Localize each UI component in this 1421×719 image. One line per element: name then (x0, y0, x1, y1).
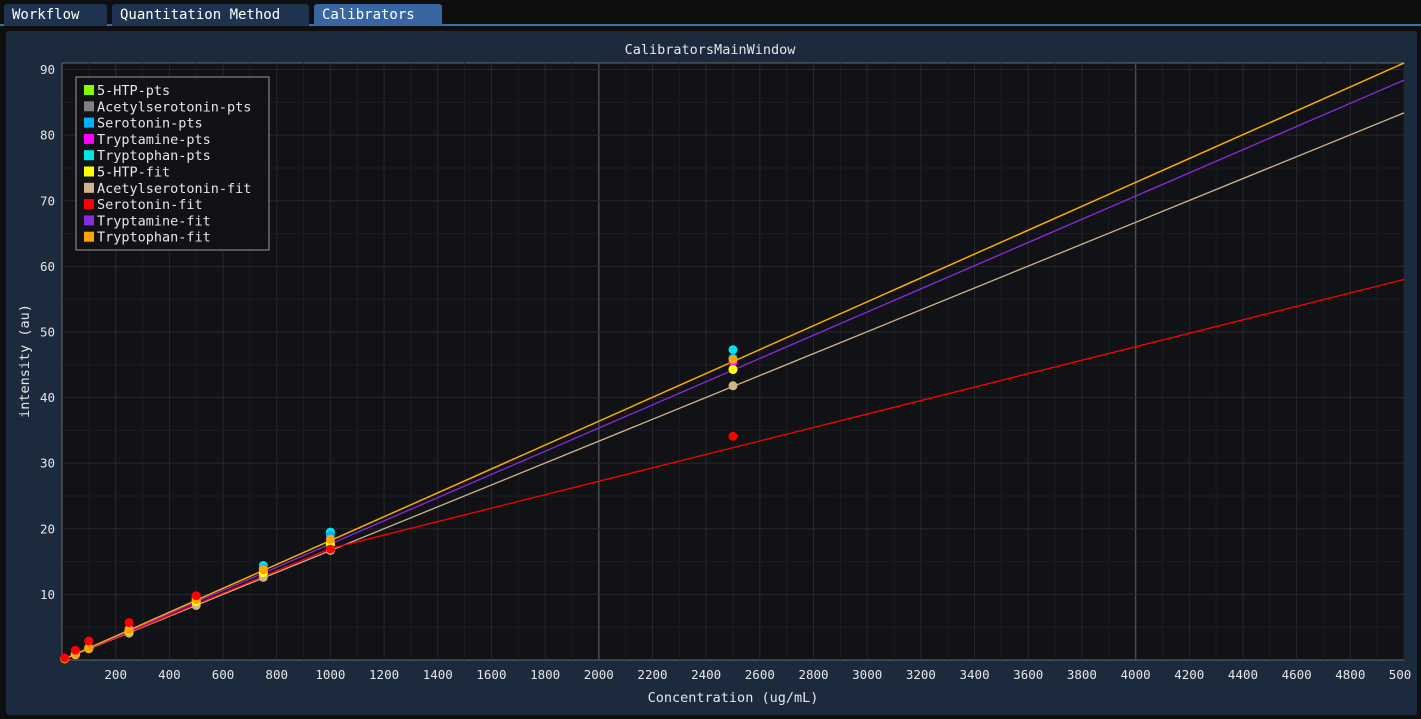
legend-swatch (84, 101, 94, 112)
x-axis-title: Concentration (ug/mL) (648, 690, 819, 706)
y-tick-label: 70 (40, 193, 55, 208)
x-tick-label: 4000 (1121, 667, 1151, 682)
point-serotonin-fit (84, 636, 94, 646)
legend-entry-label[interactable]: Acetylserotonin-fit (97, 181, 251, 197)
legend-entry-label[interactable]: Tryptophan-pts (97, 148, 211, 164)
x-tick-label: 3200 (906, 667, 936, 682)
x-tick-label: 1800 (530, 667, 560, 682)
point-serotonin-fit (124, 618, 134, 628)
x-tick-label: 400 (158, 667, 181, 682)
legend-swatch (84, 133, 94, 144)
y-tick-label: 30 (40, 456, 55, 471)
x-tick-label: 1400 (423, 667, 453, 682)
point-tryptophan-fit (258, 565, 268, 574)
y-tick-label: 90 (40, 62, 55, 77)
x-tick-label: 800 (265, 667, 288, 682)
legend-entry-label[interactable]: 5-HTP-fit (97, 165, 170, 181)
point-serotonin-fit (191, 591, 201, 601)
legend-entry-label[interactable]: Serotonin-pts (97, 116, 203, 132)
x-tick-label: 4200 (1174, 667, 1204, 682)
legend-swatch (84, 166, 94, 177)
legend-swatch (84, 199, 94, 210)
legend-swatch (84, 150, 94, 161)
x-tick-label: 3400 (960, 667, 990, 682)
y-axis-title: intensity (au) (17, 304, 33, 418)
legend-entry-label[interactable]: Tryptophan-fit (97, 230, 211, 246)
calibration-chart: CalibratorsMainWindow 200 400 600 800 1000 12… (17, 42, 1412, 706)
x-tick-label: 2600 (745, 667, 775, 682)
point-serotonin-fit (325, 544, 335, 554)
legend-swatch (84, 231, 94, 242)
point-serotonin-fit (60, 653, 70, 663)
x-tick-label: 3000 (852, 667, 882, 682)
x-tick-label: 2800 (798, 667, 828, 682)
x-tick-label: 1200 (369, 667, 399, 682)
x-tick-label: 600 (212, 667, 235, 682)
legend-entry-label[interactable]: Tryptamine-fit (97, 213, 211, 229)
x-tick-label: 4400 (1228, 667, 1258, 682)
y-tick-label: 50 (40, 324, 55, 339)
x-tick-label: 4600 (1282, 667, 1312, 682)
y-tick-label: 60 (40, 259, 55, 274)
x-tick-label: 1600 (476, 667, 506, 682)
point-acetylserotonin-fit (728, 381, 738, 391)
point-5-htp-fit (728, 364, 738, 374)
x-tick-label: 3600 (1013, 667, 1043, 682)
legend-entry-label[interactable]: Acetylserotonin-pts (97, 99, 251, 115)
legend-swatch (84, 182, 94, 193)
legend-entry-label[interactable]: 5-HTP-pts (97, 83, 170, 99)
legend-swatch (84, 85, 94, 95)
legend-swatch (84, 215, 94, 226)
legend[interactable]: 5-HTP-ptsAcetylserotonin-ptsSerotonin-pt… (75, 76, 270, 251)
point-serotonin-fit (70, 645, 80, 655)
point-serotonin-fit (728, 431, 738, 441)
chart-title: CalibratorsMainWindow (625, 42, 797, 58)
x-tick-label: 200 (104, 667, 127, 682)
point-tryptophan-pts (728, 345, 738, 355)
x-tick-label: 4800 (1335, 667, 1365, 682)
x-tick-label: 2400 (691, 667, 721, 682)
y-tick-label: 80 (40, 128, 55, 143)
point-tryptophan-fit (728, 355, 738, 364)
x-tick-label: 1000 (315, 667, 345, 682)
x-tick-label: 3800 (1067, 667, 1097, 682)
x-tick-label: 500 (1389, 667, 1412, 682)
y-tick-label: 10 (40, 587, 55, 602)
y-tick-label: 40 (40, 390, 55, 405)
x-tick-label: 2000 (584, 667, 614, 682)
point-tryptophan-fit (325, 534, 335, 544)
legend-entry-label[interactable]: Tryptamine-pts (97, 132, 211, 148)
y-tick-label: 20 (40, 521, 55, 536)
x-tick-label: 2200 (637, 667, 667, 682)
legend-entry-label[interactable]: Serotonin-fit (97, 197, 203, 213)
legend-swatch (84, 117, 94, 128)
